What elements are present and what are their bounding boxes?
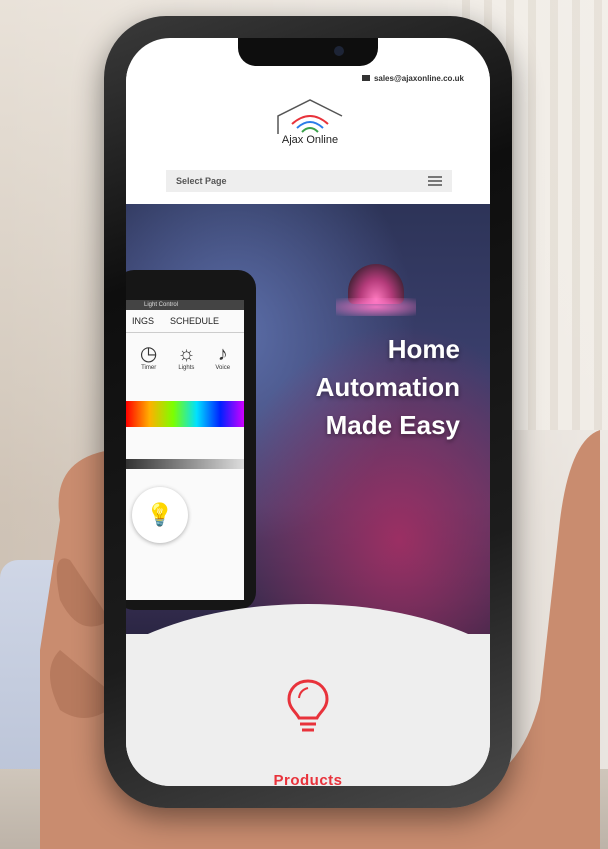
inner-tab-settings: INGS (132, 316, 155, 326)
hero-title-line3: Made Easy (325, 410, 460, 440)
logo-text: Ajax Online (281, 134, 339, 146)
hero-title-line1: Home (387, 334, 460, 364)
inner-timer-label: Timer (141, 365, 157, 371)
inner-phone-screen: Light Control INGS SCHEDULE ◷ Timer ☼ Ligh… (126, 300, 244, 600)
select-page-dropdown[interactable]: Select Page (166, 170, 452, 192)
phone-screen: sales@ajaxonline.co.uk Ajax Online Selec… (126, 38, 490, 786)
camera (334, 46, 344, 56)
site-logo[interactable]: Ajax Online (270, 98, 350, 154)
products-section[interactable]: Products (126, 634, 490, 786)
phone-frame: sales@ajaxonline.co.uk Ajax Online Selec… (104, 16, 512, 808)
lamp-glow (336, 298, 416, 316)
bulb-icon: ☼ (177, 343, 196, 365)
hero-title-line2: Automation (315, 372, 460, 402)
hero-banner: Light Control INGS SCHEDULE ◷ Timer ☼ Ligh… (126, 204, 490, 634)
inner-voice-label: Voice (215, 365, 231, 371)
lightbulb-icon (287, 679, 329, 732)
inner-phone-image: Light Control INGS SCHEDULE ◷ Timer ☼ Ligh… (126, 270, 256, 610)
inner-app-icons: ◷ Timer ☼ Lights ♪ Voice (126, 333, 244, 375)
hero-title: Home Automation Made Easy (240, 330, 460, 444)
inner-lights: ☼ Lights (177, 343, 195, 371)
mail-icon (361, 75, 370, 81)
bulb-button-icon: 💡 (132, 487, 188, 543)
color-spectrum (126, 401, 244, 427)
clock-icon: ◷ (139, 343, 158, 365)
inner-timer: ◷ Timer (140, 343, 157, 371)
header: Ajax Online Select Page (126, 90, 490, 192)
inner-app-tabs: INGS SCHEDULE (126, 310, 244, 333)
inner-app-title: Light Control (126, 300, 244, 310)
brightness-slider (126, 459, 244, 469)
email-topbar: sales@ajaxonline.co.uk (126, 66, 490, 90)
products-label[interactable]: Products (126, 772, 490, 786)
phone-notch (238, 38, 378, 66)
inner-voice: ♪ Voice (215, 343, 230, 371)
select-page-label: Select Page (176, 176, 227, 186)
email-link[interactable]: sales@ajaxonline.co.uk (374, 74, 464, 83)
inner-lights-label: Lights (178, 365, 195, 371)
inner-tab-schedule: SCHEDULE (170, 316, 220, 326)
mic-icon: ♪ (217, 343, 228, 365)
hamburger-icon[interactable] (428, 176, 442, 186)
house-wifi-icon (277, 99, 343, 134)
